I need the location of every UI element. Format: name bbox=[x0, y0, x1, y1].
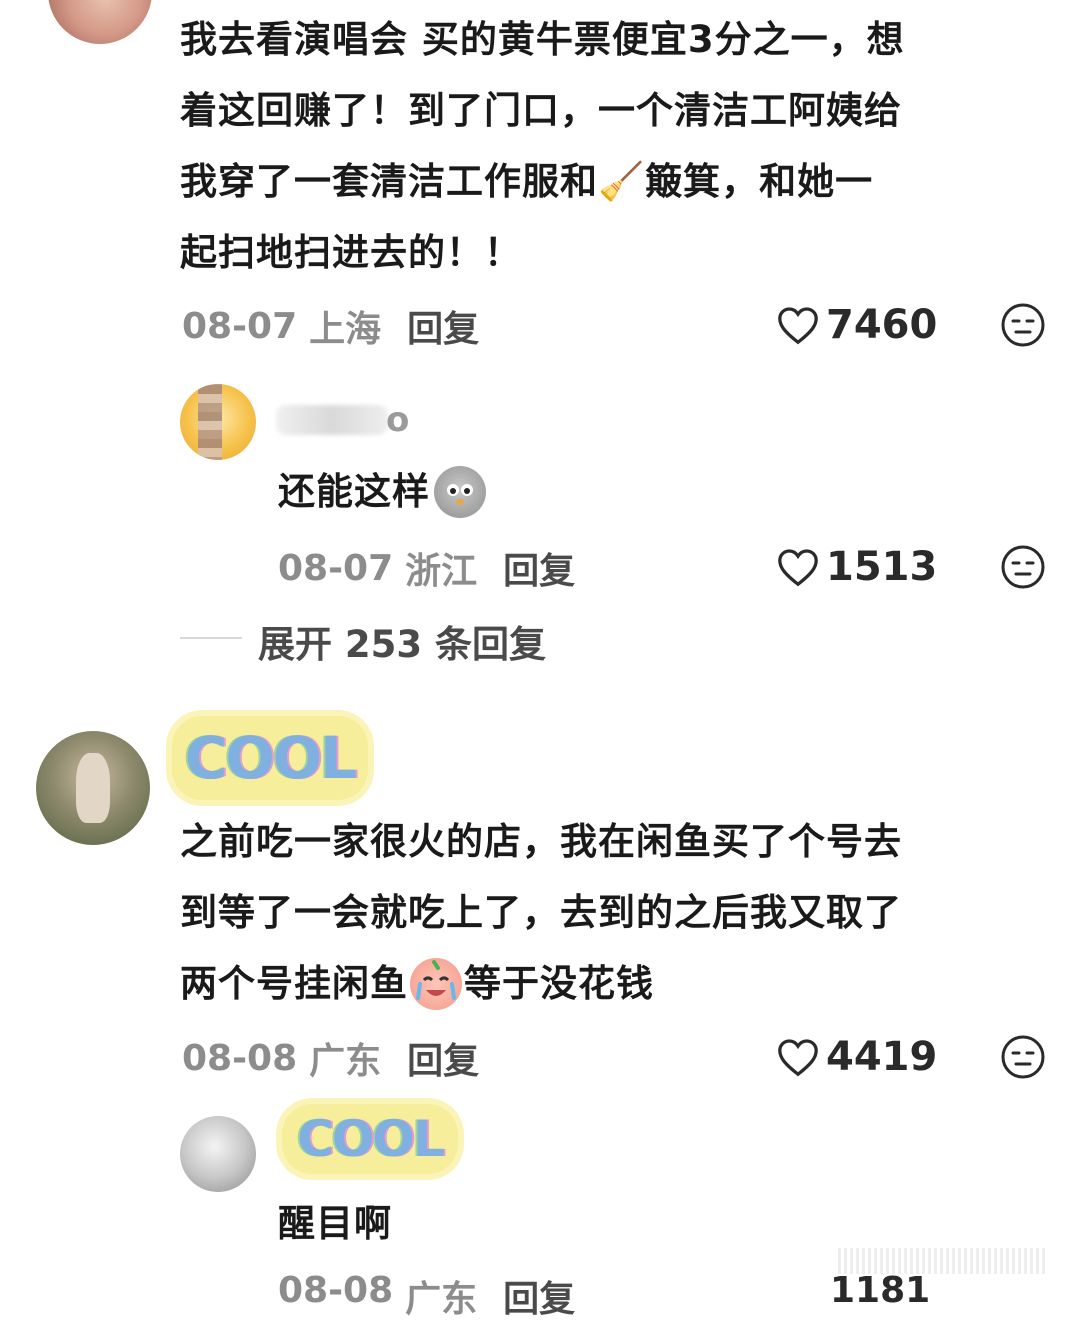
comment-location: 浙江 bbox=[405, 551, 478, 592]
comment-date: 08-07 bbox=[182, 305, 298, 347]
meh-face-icon[interactable] bbox=[1000, 1034, 1046, 1080]
comment-line-with-emoji: 两个号挂闲鱼 等于没花钱 bbox=[180, 948, 1050, 1019]
cool-badge: COOL bbox=[282, 1104, 458, 1174]
comment-location: 广东 bbox=[309, 1041, 382, 1082]
cool-badge: COOL bbox=[172, 716, 368, 800]
avatar[interactable] bbox=[180, 384, 256, 460]
badge-label: COOL bbox=[297, 1110, 445, 1168]
expand-replies-button[interactable]: 展开 253 条回复 bbox=[258, 614, 546, 668]
comment-meta: 08-08 广东 回复 bbox=[182, 1032, 479, 1084]
like-count: 4419 bbox=[826, 1034, 938, 1080]
like-count: 1181 bbox=[830, 1270, 931, 1311]
comment-line: 我穿了一套清洁工作服和🧹簸箕，和她一 bbox=[180, 160, 874, 203]
comment-meta-partial: 08-08 广东 回复 bbox=[278, 1270, 575, 1322]
comment-date: 08-07 bbox=[278, 547, 394, 589]
comment-line: 着这回赚了！到了门口，一个清洁工阿姨给 bbox=[180, 89, 902, 132]
comment-line: 等于没花钱 bbox=[464, 962, 654, 1005]
like-count: 7460 bbox=[826, 302, 938, 348]
comment-location: 上海 bbox=[309, 309, 382, 350]
meh-face-icon[interactable] bbox=[1000, 302, 1046, 348]
avatar[interactable] bbox=[36, 731, 150, 845]
avatar[interactable] bbox=[48, 0, 152, 44]
rock-face-emoji-icon bbox=[434, 465, 486, 518]
badge-label: COOL bbox=[184, 724, 357, 792]
reply-text: 还能这样 bbox=[278, 470, 430, 513]
like-count: 1513 bbox=[826, 544, 938, 590]
reply-button[interactable]: 回复 bbox=[407, 1032, 479, 1084]
reply-button[interactable]: 回复 bbox=[503, 542, 575, 594]
comment-line: 到等了一会就吃上了，去到的之后我又取了 bbox=[180, 891, 902, 934]
like-button[interactable]: 1513 bbox=[776, 544, 937, 590]
comment-meta: 08-07 浙江 回复 bbox=[278, 542, 575, 594]
reply-button[interactable]: 回复 bbox=[407, 300, 479, 352]
like-button[interactable]: 7460 bbox=[776, 302, 937, 348]
comment-line: 起扫地扫进去的！！ bbox=[180, 231, 522, 274]
crying-laughing-emoji-icon bbox=[410, 957, 462, 1010]
username[interactable]: o bbox=[386, 400, 409, 440]
sheep-figure bbox=[76, 753, 110, 823]
comment-text: 我去看演唱会 买的黄牛票便宜3分之一，想 着这回赚了！到了门口，一个清洁工阿姨给… bbox=[180, 4, 1050, 288]
comment-line: 我去看演唱会 买的黄牛票便宜3分之一，想 bbox=[180, 18, 905, 61]
comment-date: 08-08 bbox=[182, 1037, 298, 1079]
heart-outline-icon bbox=[776, 547, 820, 587]
divider bbox=[180, 637, 242, 639]
username-blurred bbox=[276, 405, 388, 435]
comment-text: 之前吃一家很火的店，我在闲鱼买了个号去 到等了一会就吃上了，去到的之后我又取了 … bbox=[180, 806, 1050, 1019]
heart-outline-icon bbox=[776, 305, 820, 345]
comment-location: 广东 bbox=[405, 1279, 478, 1320]
comment-line: 之前吃一家很火的店，我在闲鱼买了个号去 bbox=[180, 820, 902, 863]
meh-face-icon[interactable] bbox=[1000, 544, 1046, 590]
comment-meta: 08-07 上海 回复 bbox=[182, 300, 479, 352]
reply-text-row: 还能这样 bbox=[278, 456, 486, 527]
reply-text: 醒目啊 bbox=[278, 1202, 392, 1245]
heart-outline-icon bbox=[776, 1037, 820, 1077]
comment-date: 08-08 bbox=[278, 1270, 394, 1311]
like-button[interactable]: 4419 bbox=[776, 1034, 937, 1080]
blurred-avatar-overlay bbox=[198, 384, 222, 460]
reply-button[interactable]: 回复 bbox=[503, 1270, 575, 1322]
avatar[interactable] bbox=[180, 1116, 256, 1192]
comment-line: 两个号挂闲鱼 bbox=[180, 962, 408, 1005]
